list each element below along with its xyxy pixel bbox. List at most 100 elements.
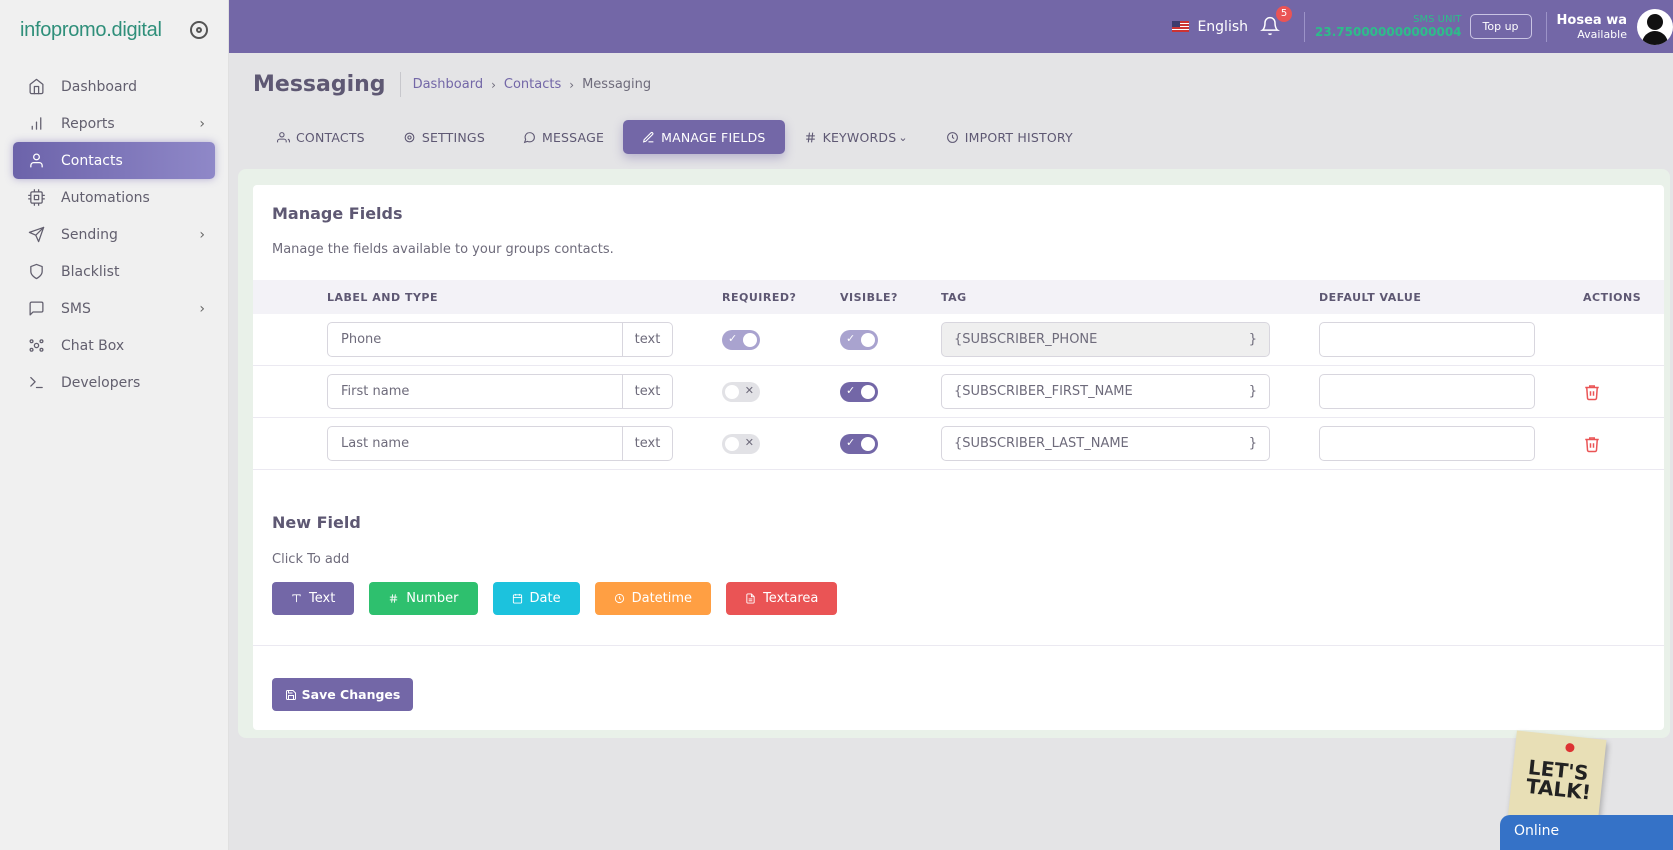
field-label-input[interactable]: Last name text: [327, 426, 673, 461]
sidebar-item-chat-box[interactable]: Chat Box: [13, 327, 215, 364]
add-number-field-button[interactable]: Number: [369, 582, 478, 615]
table-row: Last name text ✕ ✓ {SUBSCRIBER_LAST_NAME…: [253, 418, 1664, 470]
required-toggle[interactable]: ✕: [722, 434, 760, 454]
tab-settings[interactable]: SETTINGS: [384, 120, 504, 154]
field-label-value: First name: [341, 384, 410, 399]
tab-manage-fields[interactable]: MANAGE FIELDS: [623, 120, 785, 154]
brand-logo[interactable]: infopromo.digital: [20, 19, 162, 42]
home-icon: [27, 78, 45, 96]
sidebar-item-sms[interactable]: SMS ›: [13, 290, 215, 327]
column-header-visible: VISIBLE?: [840, 291, 898, 304]
button-label: Textarea: [763, 591, 819, 606]
field-label-input[interactable]: First name text: [327, 374, 673, 409]
breadcrumb-contacts[interactable]: Contacts: [504, 77, 561, 92]
chevron-right-icon: ›: [199, 300, 205, 317]
clock-icon: [946, 131, 958, 143]
field-label-input[interactable]: Phone text: [327, 322, 673, 357]
tab-import-history[interactable]: IMPORT HISTORY: [927, 120, 1092, 154]
chat-online-bar[interactable]: Online: [1500, 815, 1673, 850]
column-header-required: REQUIRED?: [722, 291, 797, 304]
sidebar-item-blacklist[interactable]: Blacklist: [13, 253, 215, 290]
user-menu[interactable]: Hosea wa Available: [1547, 8, 1673, 45]
sidebar-nav: Dashboard Reports › Contacts Automations…: [0, 60, 228, 409]
chevron-down-icon: ⌄: [898, 130, 908, 144]
sms-unit-label: SMS UNIT: [1413, 14, 1462, 25]
add-datetime-field-button[interactable]: Datetime: [594, 582, 712, 615]
field-type: text: [622, 375, 672, 408]
tag-close: }: [1248, 384, 1257, 399]
tab-contacts[interactable]: CONTACTS: [258, 120, 384, 154]
required-toggle[interactable]: ✓: [722, 330, 760, 350]
table-row: Phone text ✓ ✓ {SUBSCRIBER_PHONE }: [253, 314, 1664, 366]
field-type: text: [622, 427, 672, 460]
tab-message[interactable]: MESSAGE: [504, 120, 623, 154]
add-text-field-button[interactable]: Text: [272, 582, 355, 615]
x-icon: ✕: [744, 436, 754, 449]
breadcrumb-current: Messaging: [582, 77, 652, 92]
new-field-buttons: Text Number Date Datetime Textarea: [272, 582, 852, 615]
sidebar-item-label: Blacklist: [61, 263, 120, 280]
trash-icon[interactable]: [1583, 383, 1601, 401]
user-icon: [27, 152, 45, 170]
breadcrumb-dashboard[interactable]: Dashboard: [413, 77, 484, 92]
default-value-input[interactable]: [1319, 374, 1535, 409]
tag-input: {SUBSCRIBER_PHONE }: [941, 322, 1270, 357]
language-selector[interactable]: English: [1172, 19, 1248, 35]
sidebar-item-label: Reports: [61, 115, 115, 132]
button-label: Number: [406, 591, 459, 606]
chevron-right-icon: ›: [491, 77, 496, 92]
sidebar-item-contacts[interactable]: Contacts: [13, 142, 215, 179]
us-flag-icon: [1172, 21, 1190, 32]
toggle-knob: [725, 385, 739, 399]
new-field-title: New Field: [272, 513, 361, 532]
breadcrumb: Dashboard › Contacts › Messaging: [413, 77, 652, 92]
type-icon: [292, 594, 301, 603]
save-icon: [285, 689, 296, 700]
sidebar-item-reports[interactable]: Reports ›: [13, 105, 215, 142]
visible-toggle[interactable]: ✓: [840, 382, 878, 402]
default-value-input[interactable]: [1319, 322, 1535, 357]
visible-toggle[interactable]: ✓: [840, 330, 878, 350]
collapse-sidebar-icon[interactable]: [190, 21, 208, 39]
button-label: Save Changes: [301, 687, 401, 702]
chevron-right-icon: ›: [569, 77, 575, 92]
visible-toggle[interactable]: ✓: [840, 434, 878, 454]
x-icon: ✕: [744, 384, 754, 397]
save-changes-button[interactable]: Save Changes: [272, 678, 413, 711]
sidebar-item-label: Contacts: [61, 152, 123, 169]
sidebar-item-automations[interactable]: Automations: [13, 179, 215, 216]
table-row: First name text ✕ ✓ {SUBSCRIBER_FIRST_NA…: [253, 366, 1664, 418]
tag-close: }: [1248, 332, 1257, 347]
language-label: English: [1197, 18, 1249, 35]
sidebar-item-label: Chat Box: [61, 337, 125, 354]
tag-input[interactable]: {SUBSCRIBER_LAST_NAME }: [941, 426, 1270, 461]
shield-icon: [27, 263, 45, 281]
tab-label: IMPORT HISTORY: [964, 129, 1073, 145]
tag-input[interactable]: {SUBSCRIBER_FIRST_NAME }: [941, 374, 1270, 409]
sidebar-item-sending[interactable]: Sending ›: [13, 216, 215, 253]
page-title: Messaging: [253, 72, 401, 97]
new-field-subtitle: Click To add: [272, 552, 350, 567]
trash-icon[interactable]: [1583, 435, 1601, 453]
pin-icon: [1565, 742, 1575, 753]
sms-unit-balance: SMS UNIT 23.750000000000004: [1305, 14, 1470, 39]
top-up-button[interactable]: Top up: [1469, 14, 1532, 39]
tag-close: }: [1248, 436, 1257, 451]
add-textarea-field-button[interactable]: Textarea: [726, 582, 838, 615]
avatar[interactable]: [1637, 8, 1673, 45]
required-toggle[interactable]: ✕: [722, 382, 760, 402]
button-label: Datetime: [631, 591, 693, 606]
column-header-label-type: LABEL AND TYPE: [327, 291, 438, 304]
tab-keywords[interactable]: KEYWORDS ⌄: [785, 120, 927, 154]
sms-unit-value: 23.750000000000004: [1315, 25, 1462, 39]
bar-chart-icon: [27, 115, 45, 133]
field-label-value: Last name: [341, 436, 410, 451]
content-header: Messaging Dashboard › Contacts › Messagi…: [253, 72, 651, 97]
notifications-button[interactable]: 5: [1260, 5, 1293, 38]
default-value-input[interactable]: [1319, 426, 1535, 461]
toggle-knob: [861, 437, 875, 451]
add-date-field-button[interactable]: Date: [492, 582, 580, 615]
edit-icon: [642, 131, 654, 143]
sidebar-item-dashboard[interactable]: Dashboard: [13, 68, 215, 105]
sidebar-item-developers[interactable]: Developers: [13, 364, 215, 401]
